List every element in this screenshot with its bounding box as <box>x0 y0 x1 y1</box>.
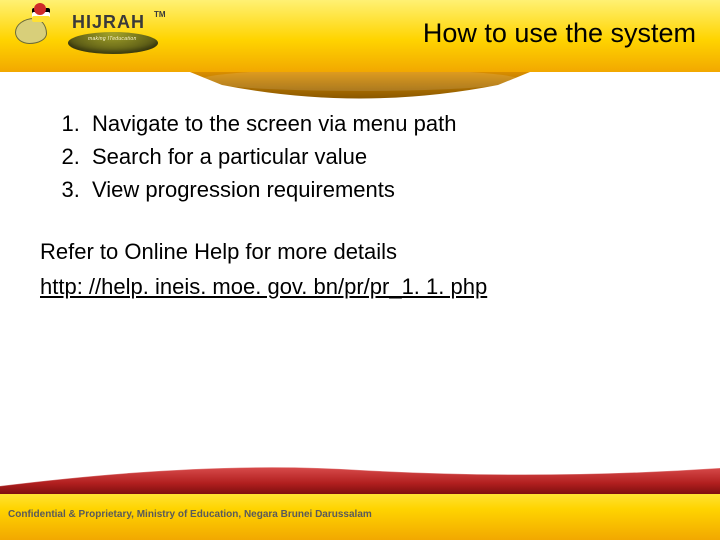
footer-ribbon-decoration <box>0 466 720 494</box>
list-item: Search for a particular value <box>86 141 680 172</box>
hijrah-logo: HIJRAH TM making ITeducation <box>10 8 58 52</box>
list-item: Navigate to the screen via menu path <box>86 108 680 139</box>
page-title: How to use the system <box>423 18 696 49</box>
instruction-list: Navigate to the screen via menu path Sea… <box>40 108 680 206</box>
refer-text: Refer to Online Help for more details <box>40 236 680 267</box>
slide-header: HIJRAH TM making ITeducation How to use … <box>0 0 720 72</box>
list-item: View progression requirements <box>86 174 680 205</box>
logo-map-icon <box>10 8 58 52</box>
header-flap-decoration <box>0 72 720 102</box>
logo-trademark: TM <box>154 10 166 19</box>
slide-footer: Confidential & Proprietary, Ministry of … <box>0 488 720 540</box>
help-link[interactable]: http: //help. ineis. moe. gov. bn/pr/pr_… <box>40 274 487 299</box>
footer-confidential-text: Confidential & Proprietary, Ministry of … <box>8 509 372 520</box>
slide-body: Navigate to the screen via menu path Sea… <box>0 108 720 306</box>
logo-tagline: making ITeducation <box>88 36 137 42</box>
logo-wordmark: HIJRAH <box>72 12 145 33</box>
